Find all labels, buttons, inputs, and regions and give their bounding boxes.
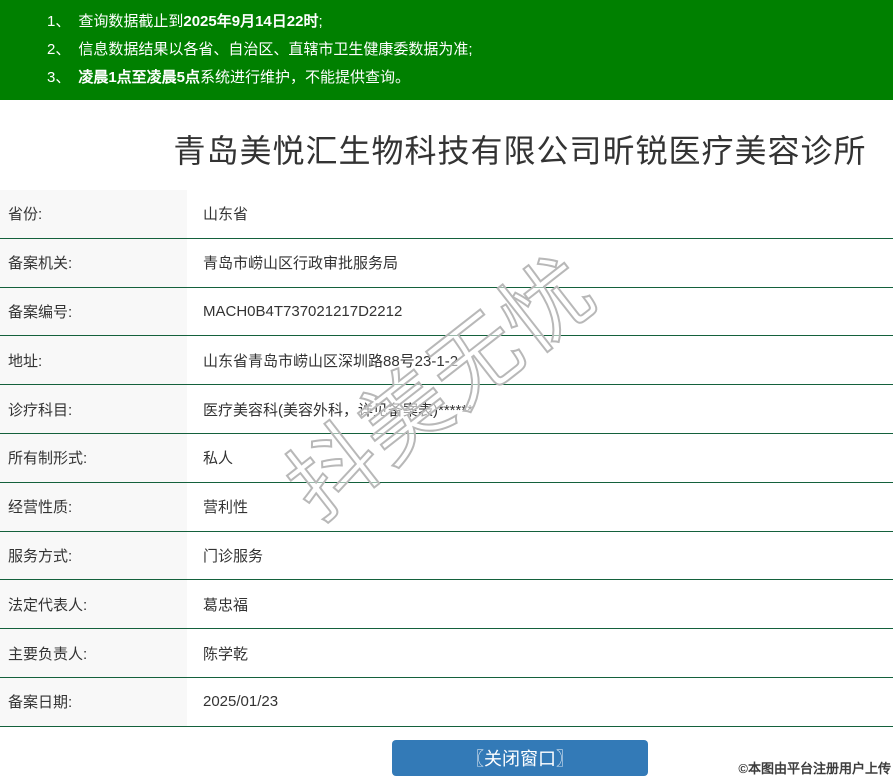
- notice-text-bold: 2025年9月14日22时: [183, 13, 319, 30]
- notice-text: 信息数据结果以各省、自治区、直辖市卫生健康委数据为准;: [78, 41, 473, 58]
- notice-line: 3、 凌晨1点至凌晨5点系统进行维护，不能提供查询。: [47, 64, 893, 92]
- copyright-note: ©本图由平台注册用户上传: [738, 761, 891, 776]
- content-container: 青岛美悦汇生物科技有限公司昕锐医疗美容诊所 省份: 山东省 备案机关: 青岛市崂山区行…: [0, 100, 893, 776]
- row-label: 省份:: [0, 190, 187, 238]
- table-row: 服务方式: 门诊服务: [0, 531, 893, 581]
- row-label: 备案编号:: [0, 287, 187, 336]
- notice-text: ;: [318, 13, 323, 30]
- row-value: 青岛市崂山区行政审批服务局: [203, 255, 399, 273]
- row-value: 陈学乾: [203, 645, 249, 663]
- row-value: 营利性: [203, 499, 249, 517]
- table-row: 法定代表人: 葛忠福: [0, 580, 893, 630]
- table-row: 主要负责人: 陈学乾: [0, 629, 893, 678]
- row-label: 主要负责人:: [0, 629, 187, 677]
- row-label: 备案日期:: [0, 677, 187, 726]
- notice-line: 2、 信息数据结果以各省、自治区、直辖市卫生健康委数据为准;: [47, 36, 893, 64]
- table-row: 诊疗科目: 医疗美容科(美容外科，详见备案表)******: [0, 385, 893, 434]
- notice-number: 3、: [47, 69, 71, 86]
- notice-text: 查询数据截止到: [78, 13, 184, 30]
- registration-info-table: 省份: 山东省 备案机关: 青岛市崂山区行政审批服务局 备案编号: MACH0B4T737…: [0, 190, 893, 727]
- row-label: 经营性质:: [0, 482, 187, 531]
- row-value: 门诊服务: [203, 547, 264, 565]
- close-window-button[interactable]: 〖关闭窗口〗: [392, 739, 648, 776]
- table-row: 地址: 山东省青岛市崂山区深圳路88号23-1-2: [0, 336, 893, 386]
- table-row: 所有制形式: 私人: [0, 433, 893, 483]
- row-label: 备案机关:: [0, 238, 187, 287]
- notice-banner: 1、 查询数据截止到2025年9月14日22时; 2、 信息数据结果以各省、自治区、直…: [0, 0, 893, 100]
- row-value: 山东省青岛市崂山区深圳路88号23-1-2: [203, 352, 459, 370]
- row-label: 诊疗科目:: [0, 385, 187, 433]
- row-label: 服务方式:: [0, 531, 187, 580]
- row-value: MACH0B4T737021217D2212: [203, 302, 403, 320]
- row-value: 2025/01/23: [203, 693, 279, 711]
- table-row: 备案编号: MACH0B4T737021217D2212: [0, 287, 893, 337]
- row-label: 法定代表人:: [0, 580, 187, 629]
- table-row: 备案机关: 青岛市崂山区行政审批服务局: [0, 238, 893, 288]
- notice-text-bold: 凌晨1点至凌晨5点: [78, 69, 201, 86]
- row-value: 山东省: [203, 206, 249, 224]
- row-label: 所有制形式:: [0, 433, 187, 482]
- table-row: 省份: 山东省: [0, 190, 893, 239]
- row-label: 地址:: [0, 336, 187, 385]
- table-row: 经营性质: 营利性: [0, 482, 893, 532]
- notice-text: 系统进行维护，不能提供查询。: [200, 69, 411, 86]
- notice-line: 1、 查询数据截止到2025年9月14日22时;: [47, 8, 893, 36]
- notice-number: 1、: [47, 13, 71, 30]
- page-title: 青岛美悦汇生物科技有限公司昕锐医疗美容诊所: [173, 133, 867, 169]
- notice-number: 2、: [47, 41, 71, 58]
- table-row: 备案日期: 2025/01/23: [0, 677, 893, 727]
- row-value: 医疗美容科(美容外科，详见备案表)******: [203, 401, 474, 419]
- row-value: 私人: [203, 450, 234, 468]
- row-value: 葛忠福: [203, 596, 249, 614]
